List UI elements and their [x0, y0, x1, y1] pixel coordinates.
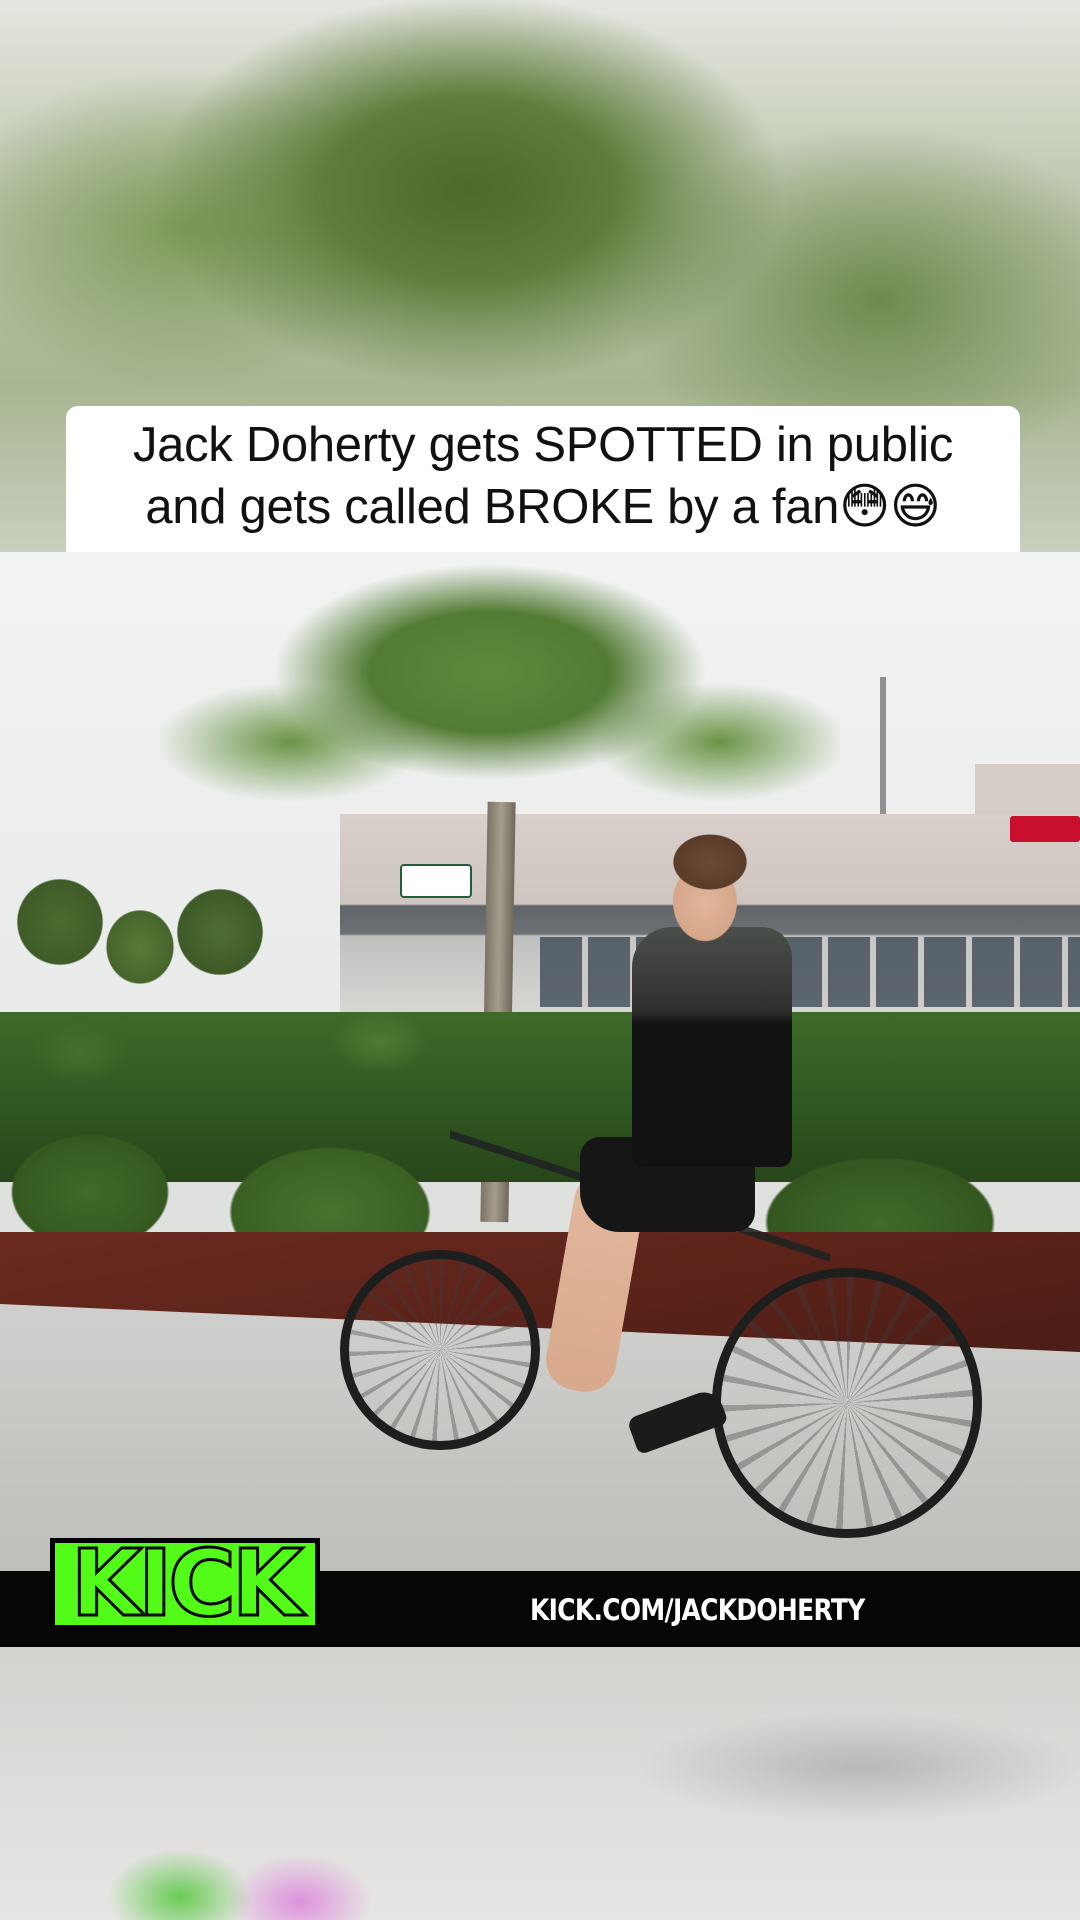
kick-logo-icon: KICK	[50, 1530, 320, 1637]
video-content[interactable]	[0, 552, 1080, 1572]
blurred-background-bottom	[0, 1647, 1080, 1920]
storefront-windows	[540, 937, 1080, 1007]
kick-channel-url[interactable]: KICK.COM/JACKDOHERTY	[530, 1588, 865, 1632]
kick-logo-text: KICK	[69, 1530, 304, 1637]
caption-line-1: Jack Doherty gets SPOTTED in public	[132, 418, 954, 472]
rider-shirt	[632, 927, 792, 1167]
video-frame[interactable]: Jack Doherty gets SPOTTED in public and …	[0, 0, 1080, 1920]
caption-box: Jack Doherty gets SPOTTED in public and …	[66, 406, 1020, 552]
store-sign	[1010, 816, 1080, 842]
caption-line-2: and gets called BROKE by a fan😳😅	[145, 480, 941, 534]
cell-tower	[880, 677, 886, 822]
rider-head	[655, 832, 760, 947]
